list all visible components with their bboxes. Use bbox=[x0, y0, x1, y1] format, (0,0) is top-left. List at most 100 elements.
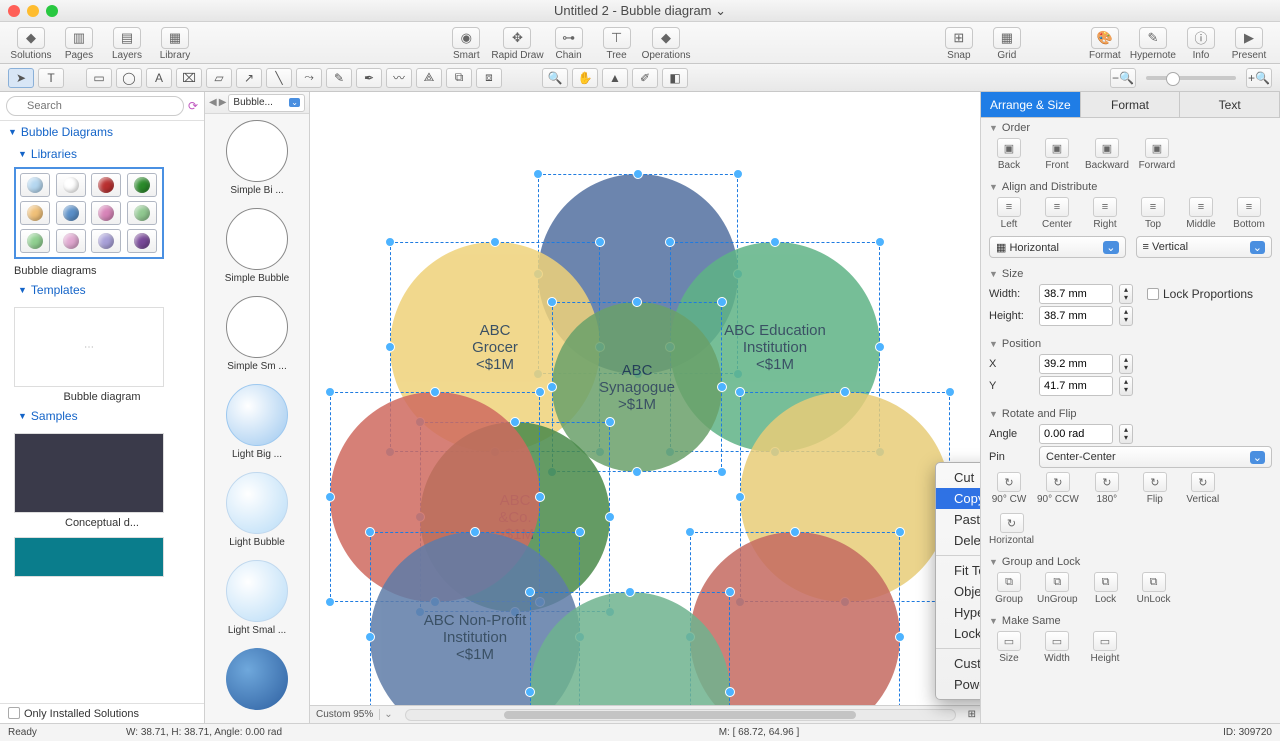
zoom-in-icon[interactable]: +🔍 bbox=[1246, 68, 1272, 88]
library-shape[interactable]: Simple Bi ... bbox=[205, 114, 309, 202]
pen-icon[interactable]: ✒ bbox=[356, 68, 382, 88]
group-button[interactable]: ⧉Group bbox=[989, 572, 1029, 605]
zoom-label[interactable]: Custom 95% bbox=[310, 709, 380, 720]
ctx-cut[interactable]: Cut bbox=[936, 467, 980, 488]
canvas[interactable]: ABC Grocer <$1MABC Education Institution… bbox=[310, 92, 980, 723]
selection-handle[interactable] bbox=[725, 587, 735, 597]
selection-handle[interactable] bbox=[535, 492, 545, 502]
selection-handle[interactable] bbox=[735, 387, 745, 397]
palette-swatch[interactable] bbox=[127, 201, 157, 225]
solutions-button[interactable]: ◆Solutions bbox=[8, 27, 54, 61]
crop-icon[interactable]: ⧈ bbox=[476, 68, 502, 88]
ctx-delete[interactable]: Delete bbox=[936, 530, 980, 551]
ctx-paste[interactable]: Paste bbox=[936, 509, 980, 530]
lock-button[interactable]: ⧉Lock bbox=[1086, 572, 1126, 605]
pointer-tool[interactable]: ➤ bbox=[8, 68, 34, 88]
selection-handle[interactable] bbox=[733, 169, 743, 179]
center-button[interactable]: ≡Center bbox=[1037, 197, 1077, 230]
ctx-object[interactable]: Object▶ bbox=[936, 581, 980, 602]
line-icon[interactable]: ↗ bbox=[236, 68, 262, 88]
zoom-chevron-icon[interactable]: ⌄ bbox=[380, 709, 396, 720]
height-stepper[interactable]: ▴▾ bbox=[1119, 306, 1133, 326]
selection-handle[interactable] bbox=[605, 417, 615, 427]
selection-handle[interactable] bbox=[717, 382, 727, 392]
text-tool[interactable]: T bbox=[38, 68, 64, 88]
pages-button[interactable]: ▥Pages bbox=[56, 27, 102, 61]
chain-button[interactable]: ⊶Chain bbox=[546, 27, 592, 61]
ctx-copy[interactable]: Copy bbox=[936, 488, 980, 509]
palette-swatch[interactable] bbox=[127, 173, 157, 197]
selection-handle[interactable] bbox=[770, 237, 780, 247]
h-distribute-select[interactable]: ▦ Horizontal⌄ bbox=[989, 236, 1126, 258]
position-header[interactable]: ▼Position bbox=[989, 338, 1272, 350]
selection-handle[interactable] bbox=[490, 237, 500, 247]
traffic-lights[interactable] bbox=[8, 5, 58, 17]
present-button[interactable]: ▶Present bbox=[1226, 27, 1272, 61]
line2-icon[interactable]: ╲ bbox=[266, 68, 292, 88]
only-installed-check[interactable]: Only Installed Solutions bbox=[0, 703, 204, 723]
height-input[interactable] bbox=[1039, 306, 1113, 326]
selection-handle[interactable] bbox=[945, 387, 955, 397]
grid-button[interactable]: ▦Grid bbox=[984, 27, 1030, 61]
tab-text[interactable]: Text bbox=[1180, 92, 1280, 117]
selection-handle[interactable] bbox=[525, 687, 535, 697]
vertical-button[interactable]: ↻Vertical bbox=[1183, 472, 1223, 505]
callout-icon[interactable]: ▱ bbox=[206, 68, 232, 88]
palette-swatch[interactable] bbox=[91, 201, 121, 225]
angle-stepper[interactable]: ▴▾ bbox=[1119, 424, 1133, 444]
eyedropper-icon[interactable]: ✐ bbox=[632, 68, 658, 88]
zoom-slider[interactable] bbox=[1146, 76, 1236, 80]
selection-handle[interactable] bbox=[325, 597, 335, 607]
rapid-draw-button[interactable]: ✥Rapid Draw bbox=[491, 27, 543, 61]
palette-swatch[interactable] bbox=[91, 229, 121, 253]
size-header[interactable]: ▼Size bbox=[989, 268, 1272, 280]
selection-handle[interactable] bbox=[605, 512, 615, 522]
search-input[interactable] bbox=[6, 96, 184, 116]
order-header[interactable]: ▼Order bbox=[989, 122, 1272, 134]
group-header[interactable]: ▼Group and Lock bbox=[989, 556, 1272, 568]
selection-handle[interactable] bbox=[470, 527, 480, 537]
textbox-icon[interactable]: ⌧ bbox=[176, 68, 202, 88]
operations-button[interactable]: ◆Operations bbox=[642, 27, 691, 61]
format-button[interactable]: 🎨Format bbox=[1082, 27, 1128, 61]
library-dropdown[interactable]: Bubble...⌄ bbox=[228, 94, 305, 112]
selection-handle[interactable] bbox=[735, 492, 745, 502]
selection-handle[interactable] bbox=[365, 632, 375, 642]
pan-icon[interactable]: ✋ bbox=[572, 68, 598, 88]
selection-handle[interactable] bbox=[430, 387, 440, 397]
selection-handle[interactable] bbox=[535, 387, 545, 397]
palette-swatch[interactable] bbox=[20, 229, 50, 253]
selection-handle[interactable] bbox=[685, 527, 695, 537]
rotate-header[interactable]: ▼Rotate and Flip bbox=[989, 408, 1272, 420]
lock-proportions-check[interactable]: Lock Proportions bbox=[1147, 287, 1253, 301]
h-scrollbar[interactable] bbox=[405, 709, 956, 721]
ctx-custom-properties-[interactable]: Custom Properties... bbox=[936, 653, 980, 674]
selection-handle[interactable] bbox=[533, 169, 543, 179]
layers-button[interactable]: ▤Layers bbox=[104, 27, 150, 61]
pin-select[interactable]: Center-Center⌄ bbox=[1039, 446, 1272, 468]
zoom-out-icon[interactable]: −🔍 bbox=[1110, 68, 1136, 88]
back-button[interactable]: ▣Back bbox=[989, 138, 1029, 171]
selection-handle[interactable] bbox=[895, 527, 905, 537]
palette-swatch[interactable] bbox=[127, 229, 157, 253]
-cw-button[interactable]: ↻90° CW bbox=[989, 472, 1029, 505]
width-stepper[interactable]: ▴▾ bbox=[1119, 284, 1133, 304]
selection-handle[interactable] bbox=[895, 632, 905, 642]
fit-icon[interactable]: ⊞ bbox=[964, 709, 980, 720]
horizontal-button[interactable]: ↻Horizontal bbox=[989, 513, 1034, 546]
library-shape[interactable]: Light Bubble bbox=[205, 466, 309, 554]
zoom-icon[interactable] bbox=[46, 5, 58, 17]
ungroup-button[interactable]: ⧉UnGroup bbox=[1037, 572, 1078, 605]
bubble-palette[interactable] bbox=[14, 167, 164, 259]
eraser-icon[interactable]: ◧ bbox=[662, 68, 688, 88]
middle-button[interactable]: ≡Middle bbox=[1181, 197, 1221, 230]
tree-button[interactable]: ⊤Tree bbox=[594, 27, 640, 61]
angle-input[interactable] bbox=[1039, 424, 1113, 444]
ctx-fit-to-text[interactable]: Fit To Text bbox=[936, 560, 980, 581]
library-button[interactable]: ▦Library bbox=[152, 27, 198, 61]
library-shape[interactable]: Light Big ... bbox=[205, 378, 309, 466]
right-button[interactable]: ≡Right bbox=[1085, 197, 1125, 230]
selection-handle[interactable] bbox=[325, 492, 335, 502]
selection-handle[interactable] bbox=[875, 237, 885, 247]
selection-handle[interactable] bbox=[665, 237, 675, 247]
